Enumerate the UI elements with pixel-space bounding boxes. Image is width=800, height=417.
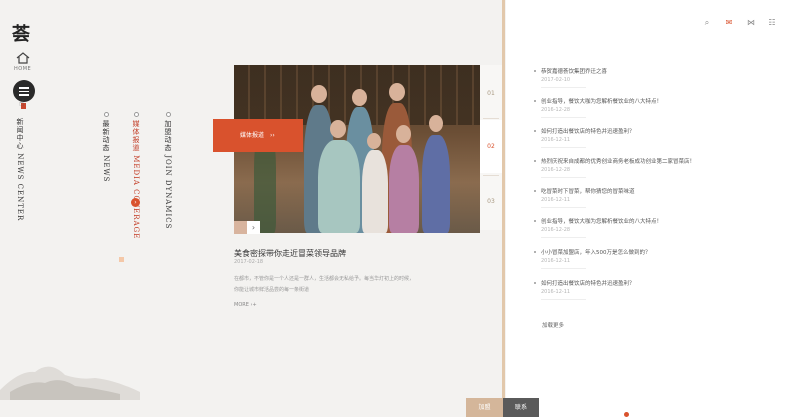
media-coverage-tag[interactable]: 媒体报道 ›› [213,119,303,152]
carousel-prev-button[interactable] [234,221,247,234]
news-separator [541,299,586,300]
news-title: 热烈庆祝来自成都的优秀创业商务老板成功创业第二家冒菜店！ [541,159,696,165]
load-more-link[interactable]: 加载更多 [542,321,564,329]
list-bullet [534,282,536,284]
news-date: 2016-12-28 [541,107,571,113]
pager-item[interactable]: 01 [480,90,502,97]
news-title: 吃冒菜时下冒菜，帮你猜您的冒菜味道 [541,189,635,195]
photo-figure [330,120,346,138]
news-list-item[interactable]: 创业指导，餐饮大咖为您解析餐饮业的八大特点！ 2016-12-28 [534,97,734,118]
news-list-item[interactable]: 如何打造出餐饮店的特色并迅速盈利？ 2016-12-11 [534,127,734,148]
more-link[interactable]: MORE ›+ [234,302,257,308]
news-separator [541,237,586,238]
mountain-ink-decoration [0,366,140,400]
logo[interactable]: 荟 [12,20,34,45]
share-icon[interactable]: ⋈ [746,18,756,28]
carousel-next-button[interactable]: › [247,221,260,234]
nav-label: 媒体报道 MEDIA COVERAGE [132,120,140,240]
news-list-item[interactable]: 小小冒菜加盟店，年入500万是怎么做到的？ 2016-12-11 [534,248,734,269]
nav-label: 新闻中心 NEWS CENTER [16,118,24,222]
photo-figure [311,85,327,103]
news-separator [541,87,586,88]
active-indicator-icon: › [131,198,140,207]
join-button[interactable]: 加盟 [466,398,503,417]
photo-figure [318,140,360,233]
photo-figure [352,89,367,106]
photo-figure [429,115,443,132]
news-separator [541,207,586,208]
news-list-item[interactable]: 创业指导，餐饮大咖为您解析餐饮业的八大特点！ 2016-12-28 [534,217,734,238]
weibo-icon[interactable]: ✉ [724,18,734,28]
news-separator [541,147,586,148]
news-date: 2016-12-28 [541,227,571,233]
menu-line [19,94,29,96]
nav-dot [103,112,109,117]
pager-item[interactable]: 03 [480,198,502,205]
article-title[interactable]: 美食密探带你走近冒菜领导品牌 [234,248,346,259]
nav-news-center[interactable]: 新闻中心 NEWS CENTER [15,118,25,221]
decor-square [119,257,124,262]
home-label[interactable]: HOME [14,66,31,72]
list-bullet [534,220,536,222]
pager-divider [483,118,499,119]
news-list-item[interactable]: 恭贺嘉德荟饮集团乔迁之喜 2017-02-10 [534,67,734,88]
pager-item-active[interactable]: 02 [480,120,502,173]
nav-label: 加盟动态 JOIN DYNAMICS [164,120,172,230]
news-title: 如何打造出餐饮店的特色并迅速盈利？ [541,129,635,135]
news-date: 2016-12-11 [541,197,571,203]
panel-divider [502,0,505,417]
news-list-item[interactable]: 如何打造出餐饮店的特色并迅速盈利？ 2016-12-11 [534,279,734,300]
search-icon[interactable]: ⌕ [702,18,712,28]
list-bullet [534,251,536,253]
article-date: 2017-02-18 [234,259,264,265]
nav-dot [165,112,171,117]
news-separator [541,268,586,269]
nav-latest-news[interactable]: 最新动态 NEWS [101,112,111,182]
photo-figure [389,83,405,101]
nav-dot [133,112,139,117]
news-list-item[interactable]: 吃冒菜时下冒菜，帮你猜您的冒菜味道 2016-12-11 [534,187,734,208]
article-description: 在都市，不管你是一个人还是一群人，生活都会无私给予。每当华灯初上的时候，你能让城… [234,276,415,293]
home-icon[interactable] [16,52,30,64]
news-title: 恭贺嘉德荟饮集团乔迁之喜 [541,69,608,75]
news-date: 2016-12-11 [541,137,571,143]
nav-join-dynamics[interactable]: 加盟动态 JOIN DYNAMICS [163,112,173,229]
photo-figure [362,150,388,233]
news-separator [541,117,586,118]
list-bullet [534,190,536,192]
decor-dot [624,412,629,417]
menu-line [19,90,29,92]
news-title: 小小冒菜加盟店，年入500万是怎么做到的？ [541,250,651,256]
nav-media-coverage[interactable]: 媒体报道 MEDIA COVERAGE [131,112,141,239]
nav-label: 最新动态 NEWS [102,120,110,183]
list-bullet [534,130,536,132]
photo-figure [396,125,411,143]
contact-button[interactable]: 联系 [503,398,539,417]
list-bullet [534,70,536,72]
carousel-pager: 01 02 03 [480,65,502,230]
news-title: 创业指导，餐饮大咖为您解析餐饮业的八大特点！ [541,99,663,105]
photo-figure [367,133,381,149]
news-date: 2016-12-11 [541,289,571,295]
tag-label: 媒体报道 [240,132,265,139]
list-bullet [534,100,536,102]
pointer-cursor-icon: ☝ [19,99,25,109]
list-bullet [534,160,536,162]
news-date: 2016-12-28 [541,167,571,173]
news-date: 2016-12-11 [541,258,571,264]
tag-arrow-icon: ›› [269,132,275,139]
photo-figure [389,145,419,233]
pager-divider [483,175,499,176]
news-separator [541,177,586,178]
right-panel [506,0,800,417]
photo-figure [422,135,450,233]
news-title: 创业指导，餐饮大咖为您解析餐饮业的八大特点！ [541,219,663,225]
news-list-item[interactable]: 热烈庆祝来自成都的优秀创业商务老板成功创业第二家冒菜店！ 2016-12-28 [534,157,734,178]
news-title: 如何打造出餐饮店的特色并迅速盈利？ [541,281,635,287]
grid-icon[interactable]: ☷ [767,18,777,28]
menu-line [19,87,29,89]
news-date: 2017-02-10 [541,77,571,83]
